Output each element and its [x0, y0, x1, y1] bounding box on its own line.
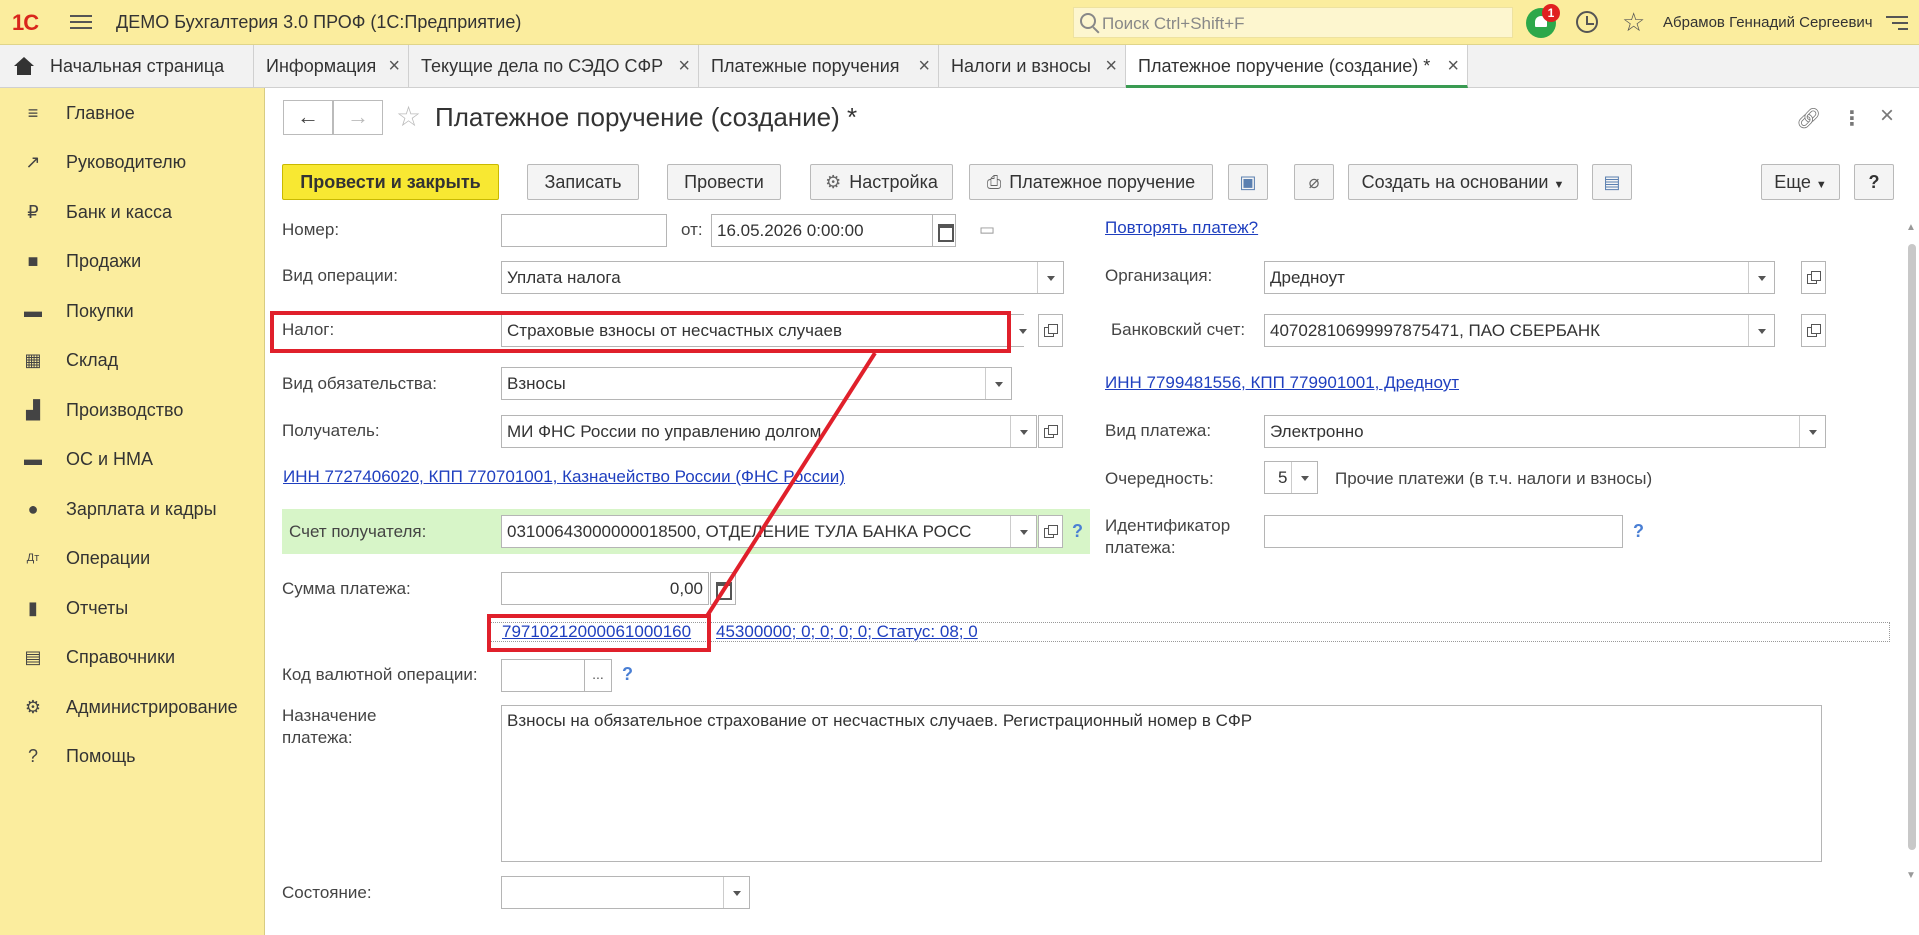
annotation-arrow — [705, 351, 877, 618]
app-window: 1С ДЕМО Бухгалтерия 3.0 ПРОФ (1С:Предпри… — [0, 0, 1919, 935]
annotation-line — [705, 351, 877, 618]
